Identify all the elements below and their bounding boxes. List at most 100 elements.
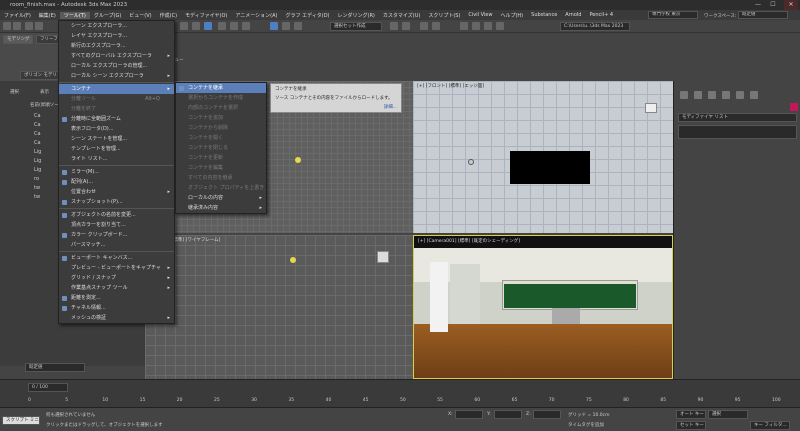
rect-select-icon[interactable] — [204, 22, 212, 30]
select-by-name-icon[interactable] — [192, 22, 200, 30]
scale-icon[interactable] — [242, 22, 250, 30]
material-editor-icon[interactable] — [460, 22, 468, 30]
angle-snap-icon[interactable] — [282, 22, 290, 30]
scene-explorer-icon[interactable] — [420, 22, 428, 30]
menu-item[interactable]: ローカル シーン エクスプローラ ▸ — [59, 71, 174, 81]
menu-item[interactable]: 配列(A)... — [59, 177, 174, 187]
menu-item[interactable]: プレビュー - ビューポートをキャプチャ ▸ — [59, 263, 174, 273]
display-icon[interactable] — [736, 91, 744, 99]
menu-item[interactable]: グリッド / スナップ ▸ — [59, 273, 174, 283]
key-filters-button[interactable]: キー フィルタ... — [750, 421, 790, 430]
move-icon[interactable] — [218, 22, 226, 30]
redo-icon[interactable] — [13, 22, 21, 30]
project-path[interactable]: C:\Users\u..\3ds Max 2023 — [560, 22, 630, 31]
menu-9[interactable]: レンダリング(R) — [334, 12, 379, 19]
viewport-front[interactable]: [+] [フロント] [標準] [エッジ面] — [413, 81, 673, 233]
x-field[interactable] — [455, 410, 483, 419]
menu-item[interactable]: シーン ステートを管理... — [59, 134, 174, 144]
menu-item[interactable]: コンテナを継承 — [176, 83, 266, 93]
menu-item[interactable]: 距離を測定... — [59, 293, 174, 303]
menu-11[interactable]: スクリプト(S) — [424, 12, 464, 19]
menu-item[interactable]: スナップショット(P)... — [59, 197, 174, 207]
tooltip-more-link[interactable]: 詳細... — [384, 104, 397, 110]
rotate-icon[interactable] — [230, 22, 238, 30]
unlink-icon[interactable] — [35, 22, 43, 30]
menu-1[interactable]: 編集(E) — [35, 12, 60, 19]
menu-item[interactable]: パースマッチ... — [59, 240, 174, 250]
menu-item[interactable]: 新行のエクスプローラ... — [59, 41, 174, 51]
menu-0[interactable]: ファイル(F) — [0, 12, 35, 19]
layer-explorer-icon[interactable] — [432, 22, 440, 30]
y-field[interactable] — [494, 410, 522, 419]
menu-item[interactable]: 位置合わせ ▸ — [59, 187, 174, 197]
select-object-icon[interactable] — [180, 22, 188, 30]
add-time-tag[interactable]: タイムタグを追加 — [568, 422, 604, 428]
tab-select[interactable]: 選択 — [10, 89, 19, 95]
z-field[interactable] — [533, 410, 561, 419]
modify-icon[interactable] — [694, 91, 702, 99]
menu-item[interactable]: シーン エクスプローラ... — [59, 21, 174, 31]
user-account[interactable]: 専門学校 東京 — [648, 11, 698, 19]
menu-item[interactable]: コンテナ ▸ — [59, 84, 174, 94]
menu-14[interactable]: Substance — [527, 12, 561, 18]
render-frame-icon[interactable] — [484, 22, 492, 30]
menu-item[interactable]: チャネル情報... — [59, 303, 174, 313]
maxscript-mini-listener[interactable]: スクリプト ミニ リス — [2, 416, 40, 425]
menu-3[interactable]: グループ(G) — [90, 12, 125, 19]
tab-modeling[interactable]: モデリング — [3, 35, 33, 44]
hierarchy-icon[interactable] — [708, 91, 716, 99]
workspace-dropdown[interactable]: 既定値 — [738, 11, 788, 19]
modifier-list-dropdown[interactable]: モディファイヤ リスト — [678, 113, 797, 122]
time-slider[interactable]: 0 / 100 — [28, 383, 68, 392]
auto-key-button[interactable]: オート キー — [676, 410, 706, 419]
menu-item[interactable]: ビューポート キャンバス... — [59, 253, 174, 263]
menu-15[interactable]: Arnold — [561, 12, 585, 18]
viewport-perspective[interactable]: [+] [透視] [標準] [ワイヤフレーム] — [145, 235, 413, 379]
maximize-button[interactable]: ☐ — [766, 0, 780, 10]
percent-snap-icon[interactable] — [294, 22, 302, 30]
menu-item[interactable]: レイヤ エクスプローラ... — [59, 31, 174, 41]
undo-icon[interactable] — [3, 22, 11, 30]
utilities-icon[interactable] — [750, 91, 758, 99]
viewport-camera[interactable]: [+] [Camera001] [標準] [既定のシェーディング] — [413, 235, 673, 379]
render-icon[interactable] — [496, 22, 504, 30]
menu-item[interactable]: オブジェクトの名前を変更... — [59, 210, 174, 220]
menu-item[interactable]: メッシュの検証 ▸ — [59, 313, 174, 323]
link-icon[interactable] — [25, 22, 33, 30]
menu-item[interactable]: 継承済み内容 ▸ — [176, 203, 266, 213]
menu-item[interactable]: ミラー(M)... — [59, 167, 174, 177]
explorer-mode[interactable]: 既定値 — [25, 363, 85, 372]
menu-5[interactable]: 作成(C) — [156, 12, 181, 19]
create-icon[interactable] — [680, 91, 688, 99]
viewport-label[interactable]: [+] [Camera001] [標準] [既定のシェーディング] — [418, 238, 520, 244]
menu-item[interactable]: 分離時に全範囲ズーム — [59, 114, 174, 124]
modifier-stack[interactable] — [678, 125, 797, 139]
close-button[interactable]: ✕ — [784, 0, 798, 10]
menu-item[interactable]: 表示フロータ(D)... — [59, 124, 174, 134]
menu-8[interactable]: グラフ エディタ(D) — [282, 12, 334, 19]
menu-item[interactable]: テンプレートを管理... — [59, 144, 174, 154]
menu-item[interactable]: すべてのグローバル エクスプローラ ▸ — [59, 51, 174, 61]
menu-2[interactable]: ツール(T) — [59, 11, 90, 19]
menu-12[interactable]: Civil View — [464, 12, 496, 18]
menu-item[interactable]: カラー クリップボード... — [59, 230, 174, 240]
tab-display[interactable]: 表示 — [40, 89, 49, 95]
menu-item[interactable]: ローカルの内容 ▸ — [176, 193, 266, 203]
menu-10[interactable]: カスタマイズ(U) — [379, 12, 424, 19]
menu-7[interactable]: アニメーション(A) — [231, 12, 281, 19]
selection-set-dropdown[interactable]: 選択セット作成 — [330, 22, 382, 31]
snap-toggle-icon[interactable] — [270, 22, 278, 30]
render-setup-icon[interactable] — [472, 22, 480, 30]
selection-dropdown[interactable]: 選択 — [708, 410, 748, 419]
viewport-label[interactable]: [+] [フロント] [標準] [エッジ面] — [417, 83, 484, 89]
menu-item[interactable]: ライト リスト... — [59, 154, 174, 164]
menu-item[interactable]: ローカル エクスプローラの管理... — [59, 61, 174, 71]
menu-4[interactable]: ビュー(V) — [125, 12, 155, 19]
viewcube-icon[interactable] — [377, 251, 389, 263]
time-ruler[interactable]: 0 5 10 15 20 25 30 35 40 45 50 55 60 65 70 75 80 85 90 95 10… — [28, 396, 783, 406]
object-color-swatch[interactable] — [790, 103, 798, 111]
motion-icon[interactable] — [722, 91, 730, 99]
viewcube-icon[interactable] — [645, 103, 657, 113]
mirror-icon[interactable] — [390, 22, 398, 30]
menu-item[interactable]: 作業基点スナップ ツール ▸ — [59, 283, 174, 293]
